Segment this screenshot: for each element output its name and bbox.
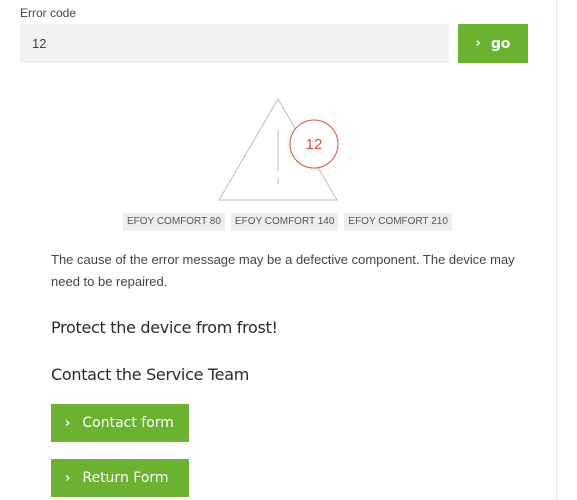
- frost-warning-heading: Protect the device from frost!: [51, 318, 278, 337]
- divider: [556, 0, 557, 500]
- error-code-label: Error code: [20, 6, 77, 20]
- error-cause-text: The cause of the error message may be a …: [51, 252, 515, 289]
- contact-form-button[interactable]: › Contact form: [51, 404, 189, 442]
- service-team-heading: Contact the Service Team: [51, 365, 249, 384]
- chevron-right-icon: ›: [475, 36, 481, 51]
- device-tags: EFOY COMFORT 80 EFOY COMFORT 140 EFOY CO…: [123, 213, 452, 231]
- go-button[interactable]: › go: [458, 24, 528, 63]
- device-tag: EFOY COMFORT 80: [123, 213, 225, 231]
- return-form-label: Return Form: [82, 470, 169, 486]
- go-button-label: go: [490, 35, 511, 52]
- error-code-badge-text: 12: [306, 136, 323, 153]
- warning-triangle-icon: 12: [218, 98, 339, 201]
- chevron-right-icon: ›: [65, 470, 71, 486]
- chevron-right-icon: ›: [65, 415, 71, 431]
- error-code-page: Error code › go 12 EFOY COMFORT 80 EFOY …: [0, 0, 577, 500]
- error-code-input[interactable]: [20, 24, 449, 63]
- contact-form-label: Contact form: [82, 415, 174, 431]
- device-tag: EFOY COMFORT 210: [344, 213, 452, 231]
- device-tag: EFOY COMFORT 140: [230, 213, 339, 231]
- return-form-button[interactable]: › Return Form: [51, 459, 189, 497]
